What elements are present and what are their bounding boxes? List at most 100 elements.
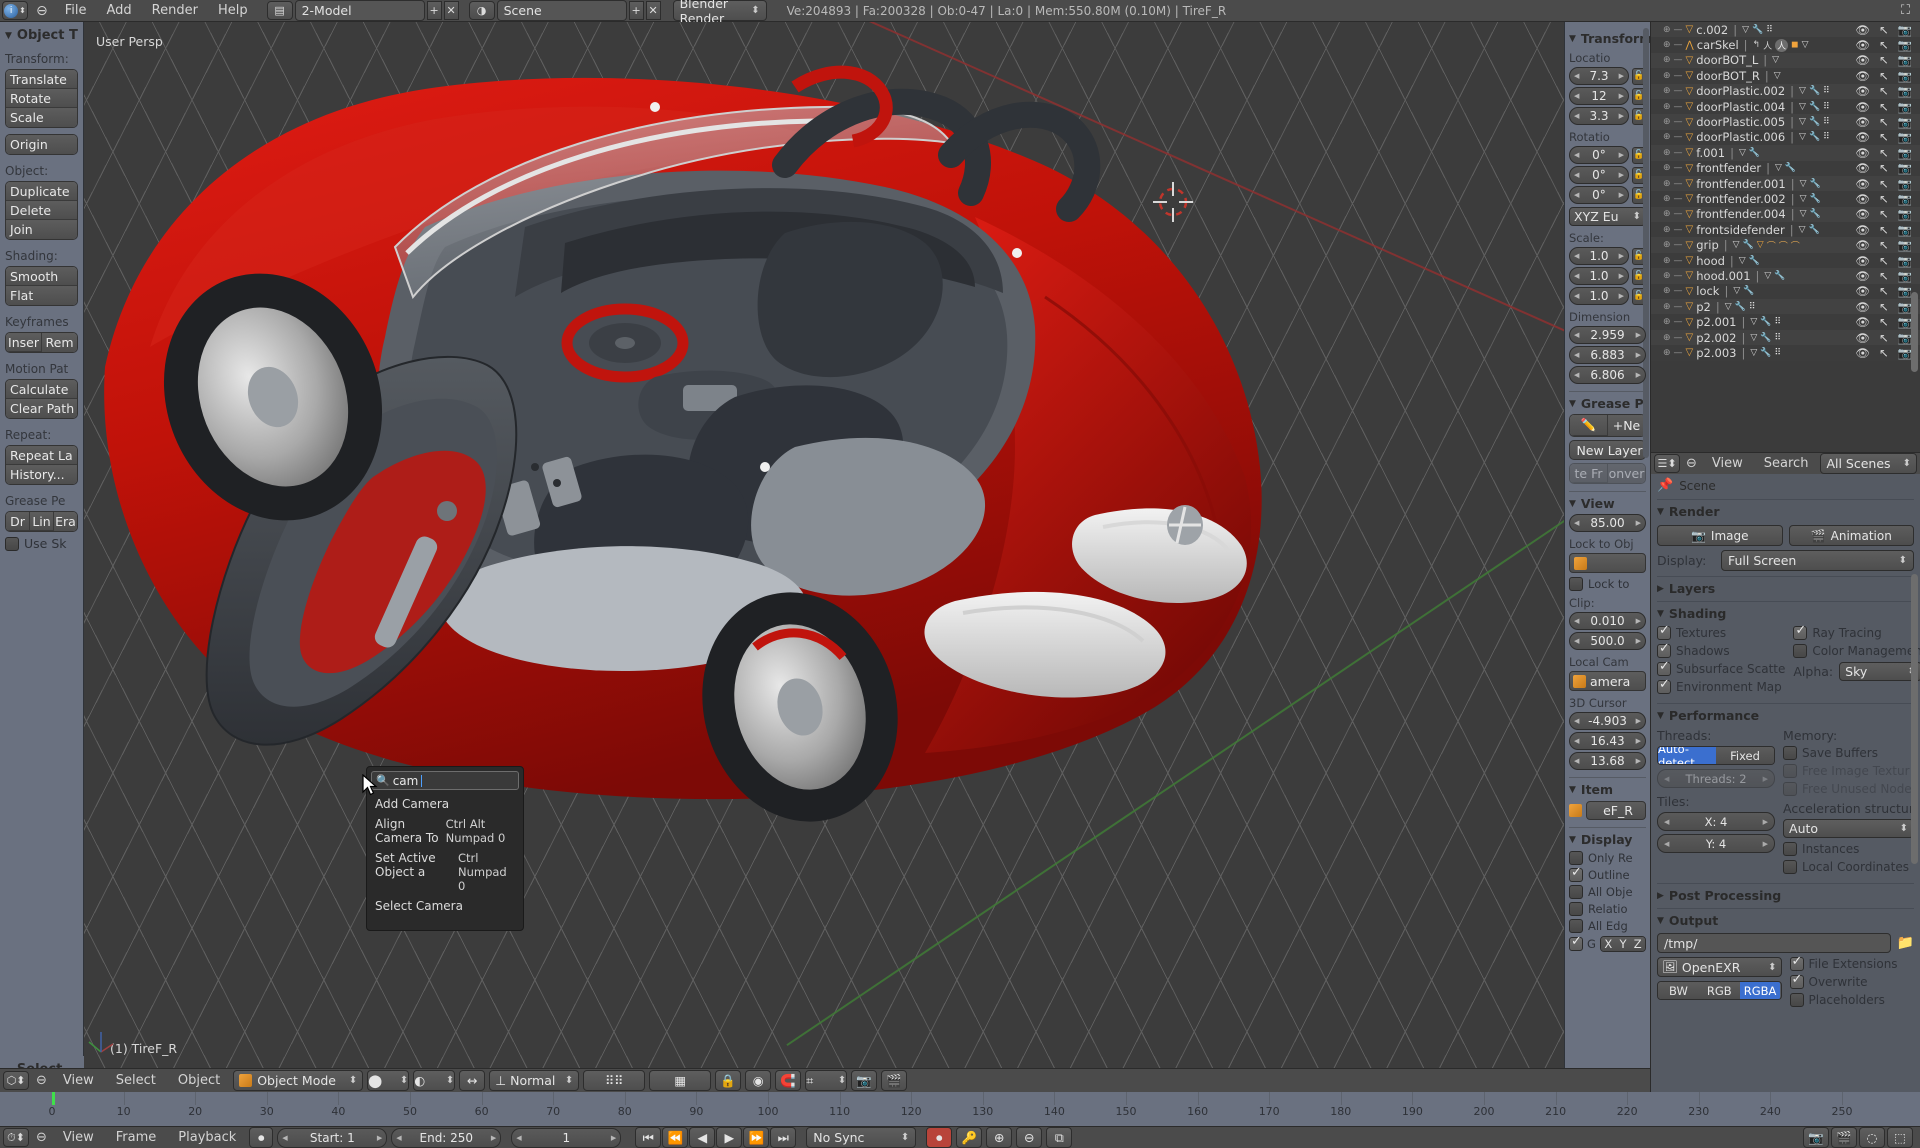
scene-field[interactable]: Scene bbox=[496, 0, 627, 21]
renderable-camera-icon[interactable]: 📷 bbox=[1898, 53, 1912, 67]
expand-icon[interactable]: ⊕ bbox=[1663, 271, 1671, 281]
selectable-cursor-icon[interactable]: ↖ bbox=[1879, 346, 1889, 360]
record-icon[interactable]: ⏺ bbox=[926, 1127, 953, 1148]
outliner-row[interactable]: ⊕ — ▽ frontfender.004 | ▽ 🔧 👁 ↖ 📷 bbox=[1651, 206, 1920, 223]
renderable-camera-icon[interactable]: 📷 bbox=[1898, 315, 1912, 329]
scene-icon[interactable]: ◑ bbox=[468, 1, 495, 20]
play-button[interactable]: ▶ bbox=[716, 1127, 743, 1148]
viewport-menu-object[interactable]: Object bbox=[169, 1073, 229, 1088]
outliner-row[interactable]: ⊕ — ▽ p2 | ▽ 🔧 ⠿ 👁 ↖ 📷 bbox=[1651, 299, 1920, 315]
renderable-camera-icon[interactable]: 📷 bbox=[1898, 284, 1912, 298]
outline-selected-checkbox[interactable] bbox=[1569, 865, 1583, 882]
outliner-editor[interactable]: ⊕ — ▽ c.002 | ▽ 🔧 ⠿ 👁 ↖ 📷 ⊕ — ⋀ carSkel | ↰ 人人 ◼ ▽ 👁 ↖ 📷 ⊕ — ▽ doo… bbox=[1650, 22, 1920, 452]
copy-pose-icon[interactable]: ⧉ bbox=[1046, 1127, 1073, 1148]
visibility-eye-icon[interactable]: 👁 bbox=[1855, 331, 1870, 345]
threads-count-field[interactable]: Threads: 2 bbox=[1657, 769, 1776, 788]
render-preview-icon[interactable]: ◉ bbox=[745, 1070, 772, 1091]
expand-icon[interactable]: ⊕ bbox=[1663, 317, 1671, 327]
color-management-checkbox[interactable] bbox=[1793, 644, 1808, 658]
outliner-row[interactable]: ⊕ — ▽ hood | ▽ 🔧 👁 ↖ 📷 bbox=[1651, 252, 1920, 269]
renderable-camera-icon[interactable]: 📷 bbox=[1898, 84, 1912, 98]
menu-render[interactable]: Render bbox=[143, 3, 207, 18]
menu-item-align-camera[interactable]: Align Camera To Ctrl Alt Numpad 0 bbox=[367, 814, 523, 848]
selectable-cursor-icon[interactable]: ↖ bbox=[1879, 300, 1889, 314]
expand-icon[interactable]: ⊕ bbox=[1663, 179, 1671, 189]
visibility-eye-icon[interactable]: 👁 bbox=[1855, 161, 1870, 175]
keying-set-icon[interactable]: 🔑 bbox=[956, 1127, 983, 1148]
collapse-icon[interactable]: ⊖ bbox=[30, 3, 54, 19]
render-engine-select[interactable]: Blender Render bbox=[672, 0, 767, 26]
calculate-path-button[interactable]: Calculate bbox=[6, 380, 77, 399]
renderable-camera-icon[interactable]: 📷 bbox=[1898, 223, 1912, 237]
expand-icon[interactable]: ⊕ bbox=[1663, 132, 1671, 142]
color-mode-rgba[interactable]: RGBA bbox=[1739, 982, 1781, 999]
expand-icon[interactable]: ⊕ bbox=[1663, 40, 1671, 50]
selectable-cursor-icon[interactable]: ↖ bbox=[1879, 177, 1889, 191]
render-image-button[interactable]: 📷 Image bbox=[1657, 525, 1783, 546]
proportional-editing-icon[interactable]: ↔ bbox=[459, 1070, 486, 1091]
renderable-camera-icon[interactable]: 📷 bbox=[1898, 346, 1912, 360]
visibility-eye-icon[interactable]: 👁 bbox=[1855, 315, 1870, 329]
outliner-row[interactable]: ⊕ — ▽ frontfender | ▽ 🔧 👁 ↖ 📷 bbox=[1651, 160, 1920, 176]
clip-start-field[interactable]: 0.010 bbox=[1569, 612, 1646, 630]
renderable-camera-icon[interactable]: 📷 bbox=[1898, 38, 1912, 52]
visibility-eye-icon[interactable]: 👁 bbox=[1855, 269, 1870, 283]
viewport-shading-select[interactable]: ⬤ bbox=[367, 1070, 410, 1091]
axis-toggle-group[interactable]: X Y Z bbox=[1599, 936, 1646, 952]
outliner-row[interactable]: ⊕ — ▽ frontfender.002 | ▽ 🔧 👁 ↖ 📷 bbox=[1651, 191, 1920, 207]
visibility-eye-icon[interactable]: 👁 bbox=[1855, 53, 1870, 67]
visibility-eye-icon[interactable]: 👁 bbox=[1855, 284, 1870, 298]
shadows-checkbox[interactable] bbox=[1657, 641, 1671, 658]
textures-checkbox[interactable] bbox=[1657, 623, 1671, 640]
delete-scene-button[interactable]: ✕ bbox=[645, 1, 661, 20]
outliner-row[interactable]: ⊕ — ▽ hood.001 | ▽ 🔧 👁 ↖ 📷 bbox=[1651, 268, 1920, 284]
outliner-row[interactable]: ⊕ — ▽ doorPlastic.006 | ▽ 🔧 ⠿ 👁 ↖ 📷 bbox=[1651, 129, 1920, 146]
renderable-camera-icon[interactable]: 📷 bbox=[1898, 300, 1912, 314]
renderable-camera-icon[interactable]: 📷 bbox=[1898, 161, 1912, 175]
expand-icon[interactable]: ⊕ bbox=[1663, 25, 1671, 35]
sync-mode-select[interactable]: No Sync bbox=[806, 1127, 917, 1148]
item-panel-header[interactable]: ▼ Item bbox=[1569, 782, 1646, 797]
tiles-y-field[interactable]: Y: 4 bbox=[1657, 834, 1776, 853]
selectable-cursor-icon[interactable]: ↖ bbox=[1879, 146, 1889, 160]
3d-viewport[interactable]: User Persp (1) TireF_R 🔍 cam Add Camera … bbox=[0, 22, 1650, 1068]
repeat-last-button[interactable]: Repeat La bbox=[6, 446, 77, 465]
dimension-y-field[interactable]: 6.883 bbox=[1569, 346, 1646, 364]
delete-button[interactable]: Delete bbox=[6, 201, 77, 220]
output-panel-header[interactable]: ▼ Output bbox=[1657, 913, 1914, 928]
renderable-camera-icon[interactable]: 📷 bbox=[1898, 69, 1912, 83]
only-selected-icon[interactable]: ⬚ bbox=[1887, 1127, 1913, 1148]
origin-button[interactable]: Origin bbox=[6, 135, 77, 154]
visibility-eye-icon[interactable]: 👁 bbox=[1855, 100, 1870, 114]
lock-to-cursor-checkbox[interactable] bbox=[1569, 577, 1583, 591]
interaction-mode-select[interactable]: Object Mode bbox=[233, 1070, 364, 1091]
rotation-x-field[interactable]: 0° bbox=[1569, 146, 1629, 164]
selectable-cursor-icon[interactable]: ↖ bbox=[1879, 331, 1889, 345]
visibility-eye-icon[interactable]: 👁 bbox=[1855, 130, 1870, 144]
selectable-cursor-icon[interactable]: ↖ bbox=[1879, 130, 1889, 144]
timeline-ruler[interactable]: 0 10 20 30 40 50 60 70 80 90 100 110 120 130 140 150 160… bbox=[0, 1092, 1920, 1126]
expand-icon[interactable]: ⊕ bbox=[1663, 102, 1671, 112]
render-display-select[interactable]: Full Screen bbox=[1721, 550, 1914, 571]
expand-icon[interactable]: ⊕ bbox=[1663, 71, 1671, 81]
subsurface-scattering-checkbox[interactable] bbox=[1657, 659, 1671, 676]
relationship-lines-checkbox[interactable] bbox=[1569, 902, 1583, 916]
visibility-eye-icon[interactable]: 👁 bbox=[1855, 115, 1870, 129]
visibility-eye-icon[interactable]: 👁 bbox=[1855, 38, 1870, 52]
pin-icon[interactable]: 📌 bbox=[1657, 478, 1673, 493]
rotate-button[interactable]: Rotate bbox=[6, 89, 77, 108]
output-format-select[interactable]: 🖼 OpenEXR bbox=[1657, 957, 1782, 977]
render-result-icon[interactable]: 📷 bbox=[1803, 1127, 1829, 1148]
cursor-x-field[interactable]: -4.903 bbox=[1569, 712, 1646, 730]
outliner-row[interactable]: ⊕ — ▽ doorBOT_L | ▽ 👁 ↖ 📷 bbox=[1651, 52, 1920, 69]
render-panel-header[interactable]: ▼ Render bbox=[1657, 504, 1914, 519]
scene-layers-grid[interactable]: ⠿⠿ bbox=[583, 1070, 646, 1091]
viewport-menu-view[interactable]: View bbox=[54, 1073, 103, 1088]
color-mode-rgb[interactable]: RGB bbox=[1698, 982, 1740, 999]
expand-icon[interactable]: ⊕ bbox=[1663, 163, 1671, 173]
new-layer-button[interactable]: New Layer bbox=[1569, 440, 1646, 460]
lock-scene-icon[interactable]: 🔒 bbox=[715, 1070, 742, 1091]
outliner-row[interactable]: ⊕ — ▽ doorPlastic.005 | ▽ 🔧 ⠿ 👁 ↖ 📷 bbox=[1651, 114, 1920, 130]
visibility-eye-icon[interactable]: 👁 bbox=[1855, 23, 1870, 37]
collapse-icon[interactable]: ⊖ bbox=[33, 1073, 50, 1088]
